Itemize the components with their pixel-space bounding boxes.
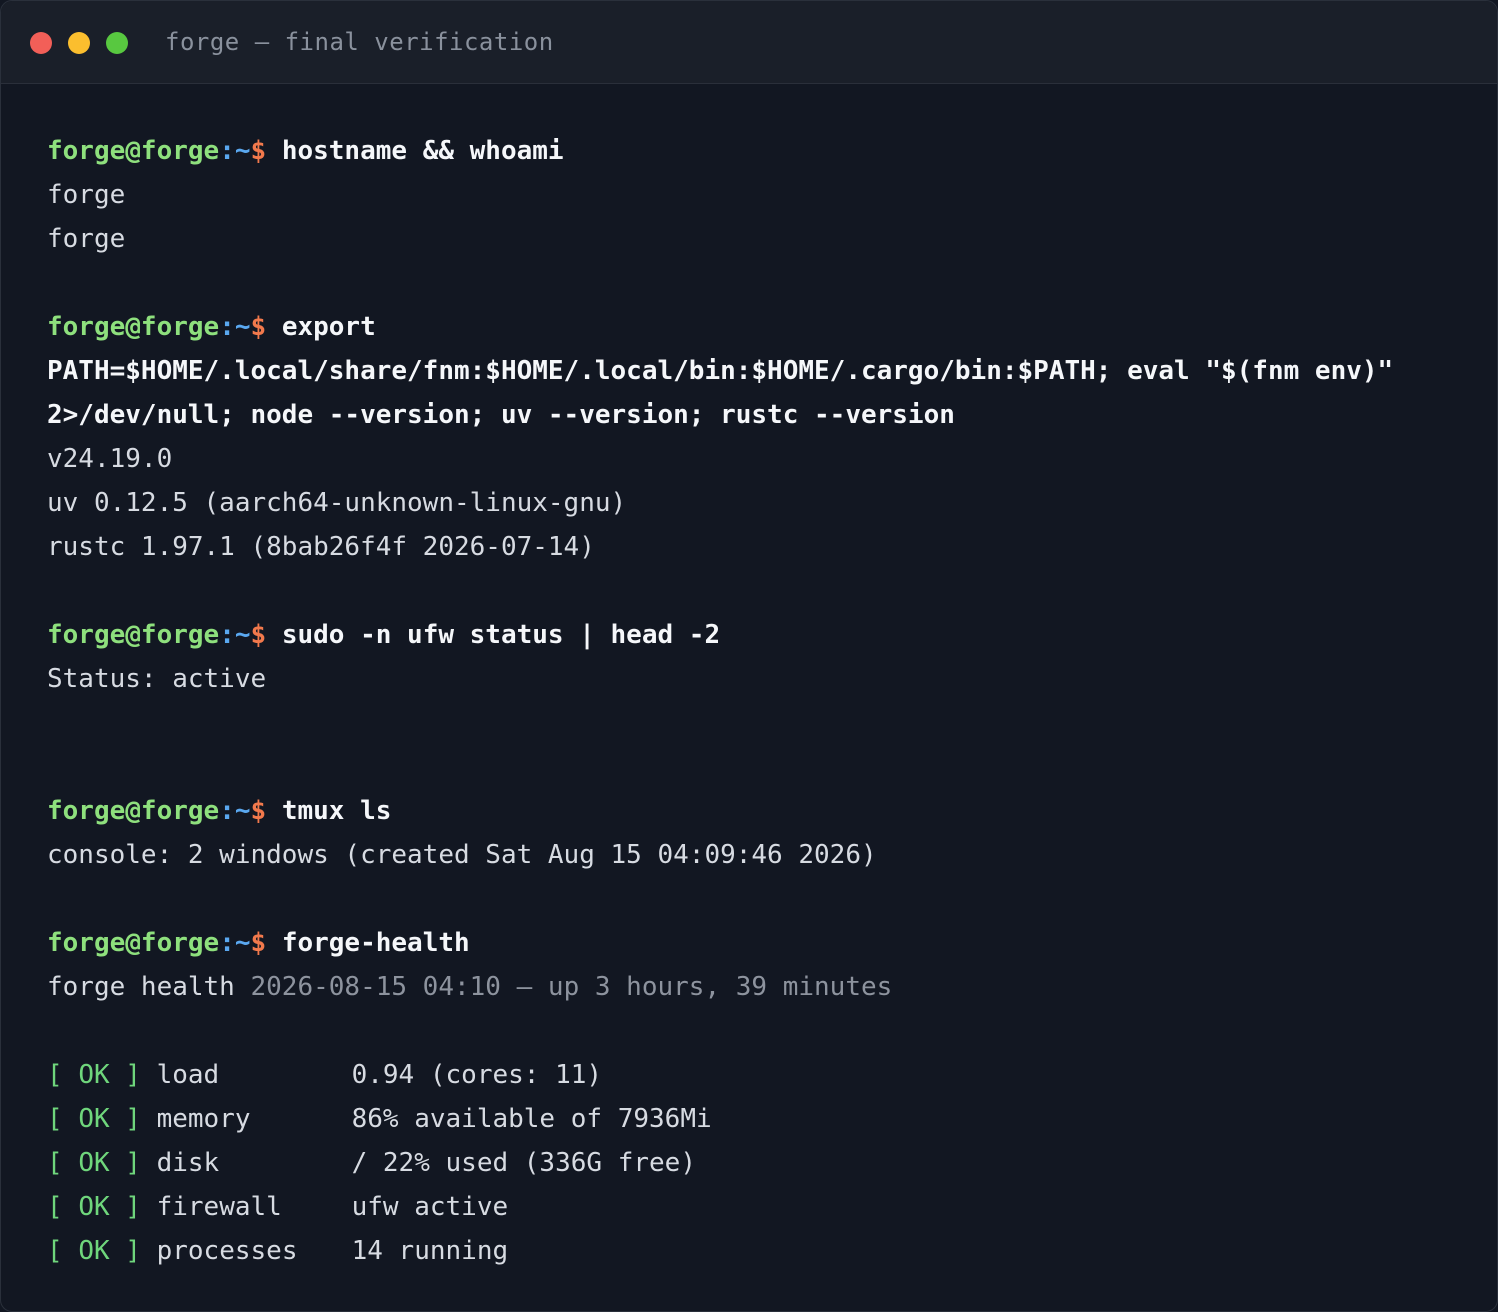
command-text: tmux ls <box>281 796 392 826</box>
output-line: forge <box>47 180 126 210</box>
prompt-line: forge@forge:~$ tmux ls <box>47 789 1477 833</box>
prompt-path: ~ <box>234 312 251 342</box>
prompt-colon: : <box>219 136 235 166</box>
command-text: hostname && whoami <box>281 136 564 166</box>
command-text: sudo -n ufw status | head -2 <box>281 620 721 650</box>
check-value: 14 running <box>351 1236 509 1266</box>
command-continuation: PATH=$HOME/.local/share/fnm:$HOME/.local… <box>47 356 1394 386</box>
prompt-user-host: forge@forge <box>47 796 220 826</box>
check-value: ufw active <box>351 1192 509 1222</box>
prompt-user-host: forge@forge <box>47 136 220 166</box>
check-status: OK <box>78 1148 110 1178</box>
prompt-symbol: $ <box>250 312 267 342</box>
health-check-row: [ OK ] processes 14 running <box>47 1229 1477 1273</box>
output-line: v24.19.0 <box>47 444 173 474</box>
check-label: firewall <box>156 1192 282 1222</box>
output-line: forge <box>47 224 126 254</box>
check-bracket-close: ] <box>109 1148 141 1178</box>
prompt-user-host: forge@forge <box>47 620 220 650</box>
output-line: uv 0.12.5 (aarch64-unknown-linux-gnu) <box>47 488 627 518</box>
prompt-path: ~ <box>234 796 251 826</box>
command-text: export <box>281 312 376 342</box>
close-window-button[interactable] <box>30 32 52 54</box>
check-bracket-open: [ <box>47 1148 79 1178</box>
prompt-line: forge@forge:~$ export <box>47 305 1477 349</box>
check-label: disk <box>156 1148 220 1178</box>
health-header: forge health 2026-08-15 04:10 — up 3 hou… <box>47 965 1477 1009</box>
terminal-window: forge — final verification forge@forge:~… <box>0 0 1498 1312</box>
window-title: forge — final verification <box>165 28 554 56</box>
command-continuation: 2>/dev/null; node --version; uv --versio… <box>47 400 955 430</box>
zoom-window-button[interactable] <box>106 32 128 54</box>
prompt-path: ~ <box>234 620 251 650</box>
check-value: / 22% used (336G free) <box>351 1148 696 1178</box>
prompt-user-host: forge@forge <box>47 312 220 342</box>
output-line: Status: active <box>47 664 267 694</box>
check-bracket-close: ] <box>109 1236 141 1266</box>
output-line: console: 2 windows (created Sat Aug 15 0… <box>47 840 877 870</box>
command-text: forge-health <box>281 928 470 958</box>
check-value: 0.94 (cores: 11) <box>351 1060 603 1090</box>
check-bracket-open: [ <box>47 1104 79 1134</box>
health-check-row: [ OK ] memory 86% available of 7936Mi <box>47 1097 1477 1141</box>
check-status: OK <box>78 1060 110 1090</box>
prompt-path: ~ <box>234 928 251 958</box>
check-status: OK <box>78 1236 110 1266</box>
minimize-window-button[interactable] <box>68 32 90 54</box>
check-label: memory <box>156 1104 251 1134</box>
prompt-symbol: $ <box>250 136 267 166</box>
prompt-symbol: $ <box>250 928 267 958</box>
check-bracket-open: [ <box>47 1060 79 1090</box>
check-bracket-open: [ <box>47 1192 79 1222</box>
check-status: OK <box>78 1192 110 1222</box>
health-check-row: [ OK ] disk / 22% used (336G free) <box>47 1141 1477 1185</box>
prompt-symbol: $ <box>250 796 267 826</box>
health-check-row: [ OK ] firewall ufw active <box>47 1185 1477 1229</box>
check-label: load <box>156 1060 220 1090</box>
prompt-colon: : <box>219 312 235 342</box>
title-bar[interactable]: forge — final verification <box>1 1 1497 84</box>
prompt-line: forge@forge:~$ hostname && whoami <box>47 129 1477 173</box>
prompt-line: forge@forge:~$ sudo -n ufw status | head… <box>47 613 1477 657</box>
health-check-row: [ OK ] load 0.94 (cores: 11) <box>47 1053 1477 1097</box>
prompt-colon: : <box>219 620 235 650</box>
check-status: OK <box>78 1104 110 1134</box>
health-title: forge health <box>47 972 235 1002</box>
prompt-colon: : <box>219 796 235 826</box>
check-bracket-close: ] <box>109 1060 141 1090</box>
prompt-line: forge@forge:~$ forge-health <box>47 921 1477 965</box>
health-timestamp: 2026-08-15 04:10 — up 3 hours, 39 minute… <box>250 972 893 1002</box>
prompt-path: ~ <box>234 136 251 166</box>
check-value: 86% available of 7936Mi <box>351 1104 712 1134</box>
check-bracket-open: [ <box>47 1236 79 1266</box>
prompt-colon: : <box>219 928 235 958</box>
check-label: processes <box>156 1236 298 1266</box>
terminal-output[interactable]: forge@forge:~$ hostname && whoami forge … <box>47 129 1477 1273</box>
prompt-user-host: forge@forge <box>47 928 220 958</box>
check-bracket-close: ] <box>109 1192 141 1222</box>
output-line: rustc 1.97.1 (8bab26f4f 2026-07-14) <box>47 532 595 562</box>
prompt-symbol: $ <box>250 620 267 650</box>
check-bracket-close: ] <box>109 1104 141 1134</box>
